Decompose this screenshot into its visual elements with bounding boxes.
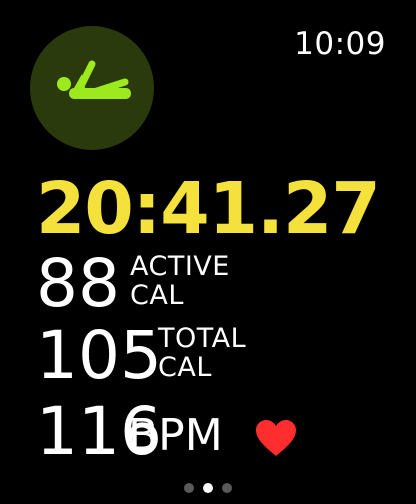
total-calories-label-line2: CAL <box>158 352 212 383</box>
page-dot-1[interactable] <box>184 483 194 493</box>
total-calories-label: TOTAL CAL <box>158 324 246 382</box>
workout-type-icon <box>30 26 154 150</box>
active-calories-value: 88 <box>36 245 120 322</box>
status-time: 10:09 <box>294 26 386 62</box>
page-indicator[interactable] <box>0 483 416 493</box>
core-training-icon <box>57 60 131 99</box>
active-calories-label-line2: CAL <box>130 280 184 311</box>
page-dot-2-current[interactable] <box>203 483 213 493</box>
total-calories-value: 105 <box>36 317 162 394</box>
active-calories-label-line1: ACTIVE <box>130 251 230 282</box>
active-calories-label: ACTIVE CAL <box>130 252 230 310</box>
page-dot-3[interactable] <box>222 483 232 493</box>
total-calories-label-line1: TOTAL <box>158 323 247 354</box>
heart-icon <box>256 420 296 456</box>
heart-rate-unit: BPM <box>128 410 223 461</box>
elapsed-time: 20:41.27 <box>36 167 381 250</box>
